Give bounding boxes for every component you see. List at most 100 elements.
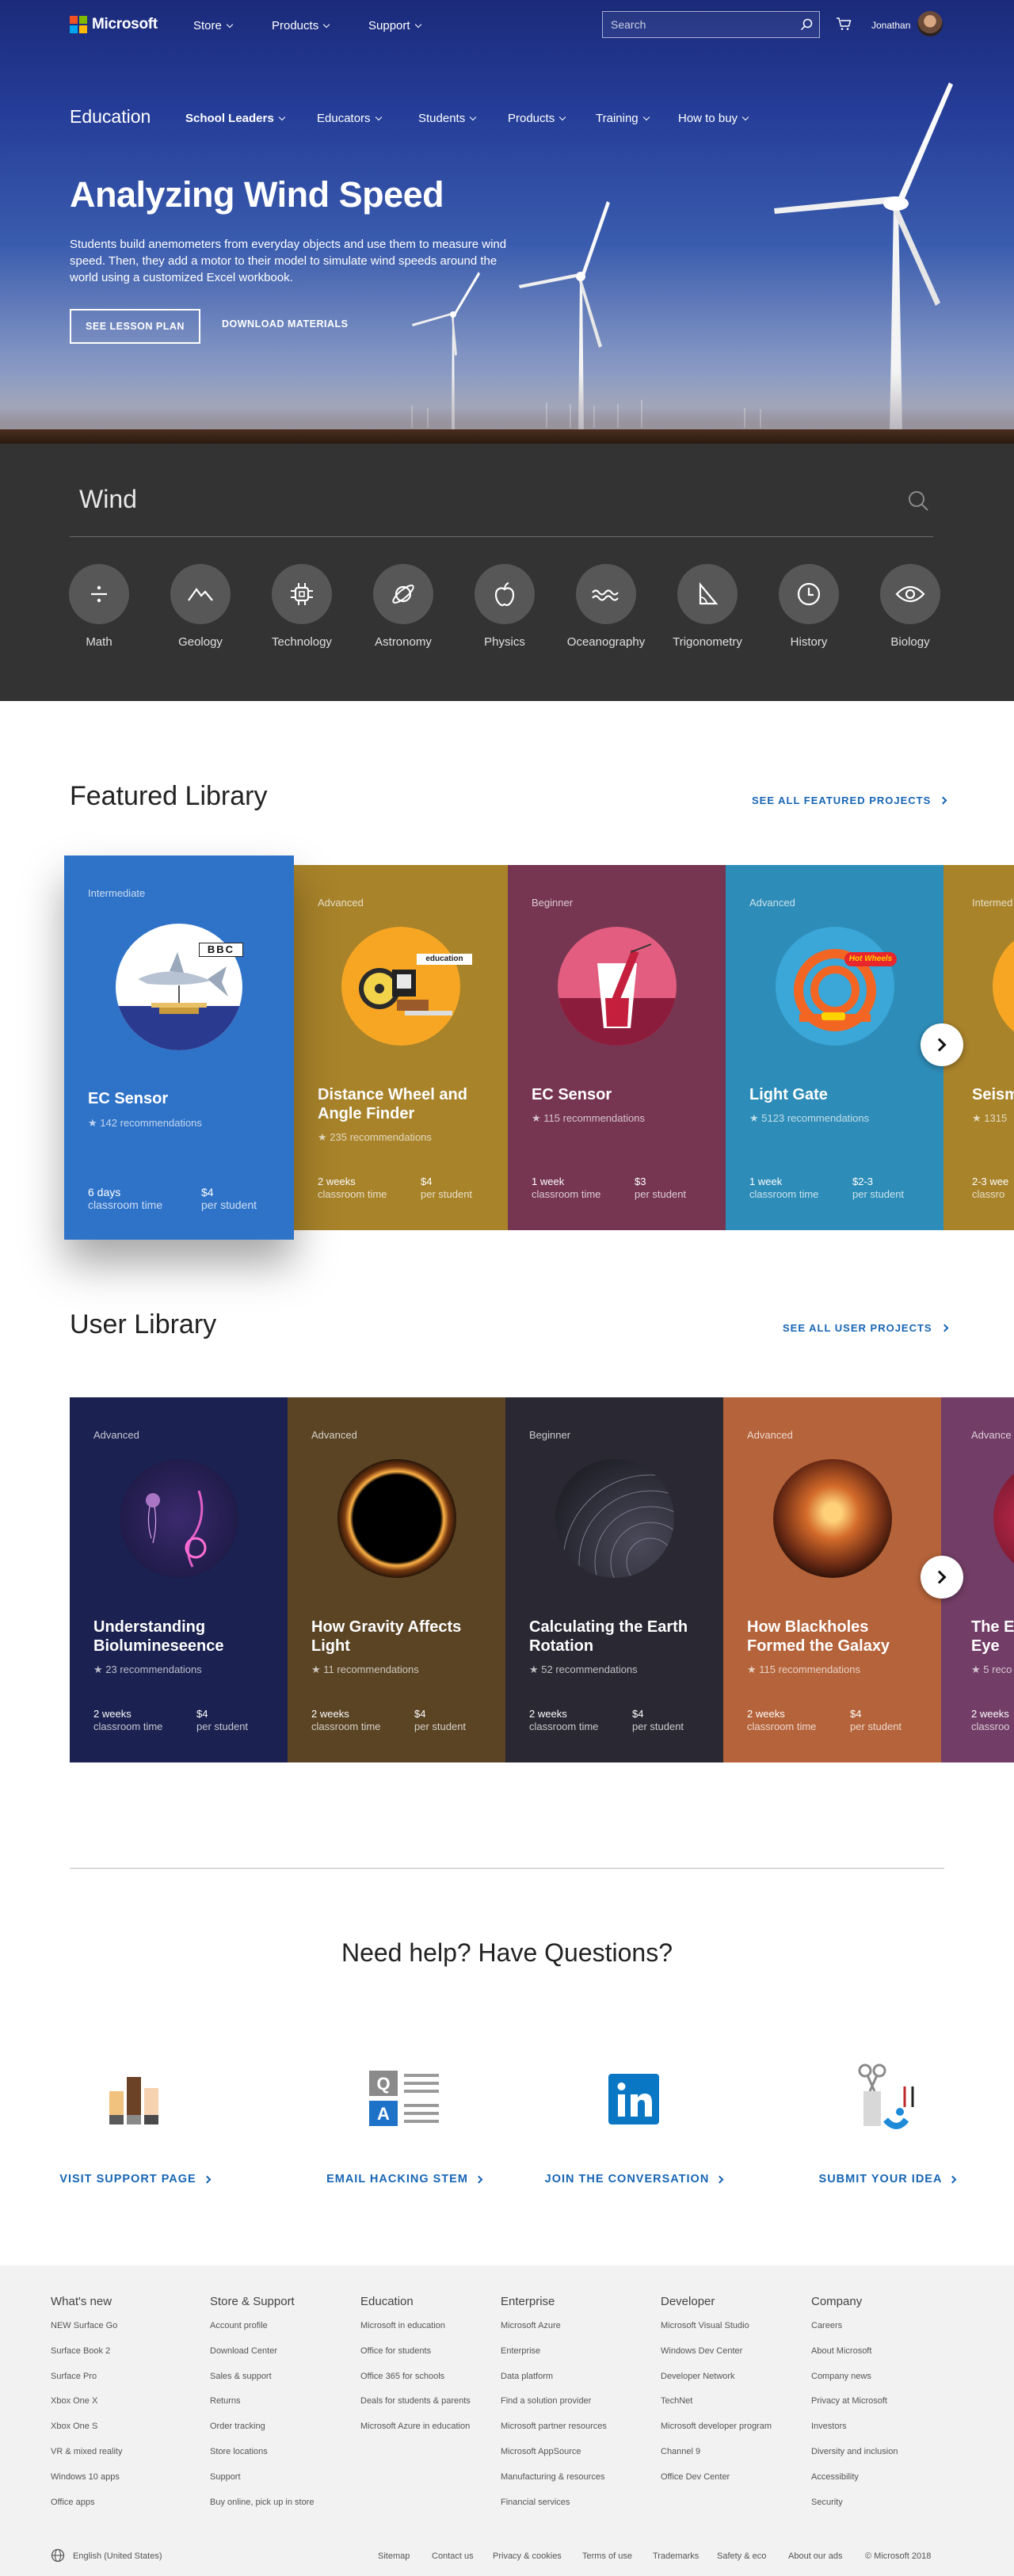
footer-link[interactable]: Privacy at Microsoft: [811, 2395, 898, 2407]
footer-link[interactable]: Office 365 for schools: [360, 2370, 471, 2383]
search-input[interactable]: [603, 12, 785, 37]
footer-link[interactable]: Office apps: [51, 2496, 122, 2509]
nav-how-to-buy[interactable]: How to buy: [678, 112, 749, 125]
footer-link[interactable]: Developer Network: [661, 2370, 772, 2383]
top-menu-support[interactable]: Support: [368, 19, 421, 32]
user-card[interactable]: Advanced How Gravity Affects Light ★ 11 …: [288, 1397, 505, 1762]
footer-link[interactable]: Store locations: [210, 2445, 314, 2458]
subject-search-input[interactable]: Wind: [79, 485, 137, 514]
download-materials-button[interactable]: Download materials: [222, 318, 348, 330]
footer-link[interactable]: Microsoft Azure: [501, 2319, 607, 2332]
footer-link[interactable]: Data platform: [501, 2370, 607, 2383]
nav-training[interactable]: Training: [596, 112, 650, 125]
footer-safety-link[interactable]: Safety & eco: [717, 2551, 766, 2561]
see-lesson-plan-button[interactable]: See lesson plan: [70, 309, 200, 344]
footer-link[interactable]: Microsoft partner resources: [501, 2420, 607, 2433]
footer-link[interactable]: Microsoft Azure in education: [360, 2420, 471, 2433]
email-hacking-stem-link[interactable]: Q A Email Hacking STEM: [301, 2060, 507, 2185]
featured-card[interactable]: Intermediate BBC EC Sensor ★ 142 recomme…: [64, 855, 294, 1240]
footer-link[interactable]: Support: [210, 2471, 314, 2483]
footer-link[interactable]: Office for students: [360, 2345, 471, 2357]
footer-privacy-link[interactable]: Privacy & cookies: [493, 2551, 562, 2561]
user-library-next-button[interactable]: [921, 1556, 963, 1599]
featured-card[interactable]: Beginner EC Sensor ★ 115 recommendations…: [508, 865, 726, 1230]
footer-link[interactable]: Account profile: [210, 2319, 314, 2332]
footer-link[interactable]: Microsoft AppSource: [501, 2445, 607, 2458]
footer-sitemap-link[interactable]: Sitemap: [378, 2551, 410, 2561]
nav-school-leaders[interactable]: School Leaders: [185, 112, 285, 125]
subject-technology[interactable]: Technology: [262, 564, 341, 649]
footer-link[interactable]: Microsoft in education: [360, 2319, 471, 2332]
subject-astronomy[interactable]: Astronomy: [364, 564, 443, 649]
subject-oceanography[interactable]: Oceanography: [566, 564, 646, 649]
subject-geology[interactable]: Geology: [161, 564, 240, 649]
footer-link[interactable]: Manufacturing & resources: [501, 2471, 607, 2483]
footer-link[interactable]: Returns: [210, 2395, 314, 2407]
footer-link[interactable]: Enterprise: [501, 2345, 607, 2357]
top-menu-products[interactable]: Products: [272, 19, 330, 32]
footer-link[interactable]: Financial services: [501, 2496, 607, 2509]
nav-educators[interactable]: Educators: [317, 112, 382, 125]
section-title[interactable]: Education: [70, 106, 151, 128]
subject-history[interactable]: History: [769, 564, 848, 649]
footer-link[interactable]: Channel 9: [661, 2445, 772, 2458]
footer-link[interactable]: Xbox One X: [51, 2395, 122, 2407]
footer-link[interactable]: Find a solution provider: [501, 2395, 607, 2407]
footer-link[interactable]: Investors: [811, 2420, 898, 2433]
user-card[interactable]: Advanced Understanding Biolumineseence ★…: [70, 1397, 288, 1762]
footer-link[interactable]: NEW Surface Go: [51, 2319, 122, 2332]
user-card[interactable]: Beginner Calculating the Earth Rotation …: [505, 1397, 723, 1762]
footer-link[interactable]: Surface Pro: [51, 2370, 122, 2383]
footer-link[interactable]: Office Dev Center: [661, 2471, 772, 2483]
footer-link[interactable]: Xbox One S: [51, 2420, 122, 2433]
footer-link[interactable]: Windows Dev Center: [661, 2345, 772, 2357]
see-all-user-link[interactable]: See all user projects: [783, 1322, 949, 1334]
triangle-icon: [699, 582, 719, 605]
footer-link[interactable]: Diversity and inclusion: [811, 2445, 898, 2458]
support-link[interactable]: Visit support page: [32, 2060, 238, 2185]
footer-link[interactable]: Windows 10 apps: [51, 2471, 122, 2483]
user-name[interactable]: Jonathan: [871, 20, 910, 31]
footer-link[interactable]: Order tracking: [210, 2420, 314, 2433]
footer-link[interactable]: Microsoft Visual Studio: [661, 2319, 772, 2332]
footer-ads-link[interactable]: About our ads: [788, 2551, 843, 2561]
nav-students[interactable]: Students: [418, 112, 477, 125]
footer-link[interactable]: Buy online, pick up in store: [210, 2496, 314, 2509]
eye-icon: [895, 585, 925, 603]
footer-link[interactable]: About Microsoft: [811, 2345, 898, 2357]
microsoft-logo-icon[interactable]: [70, 16, 87, 33]
footer-terms-link[interactable]: Terms of use: [582, 2551, 632, 2561]
search-icon[interactable]: [907, 490, 929, 512]
top-menu-store[interactable]: Store: [193, 19, 234, 32]
nav-products[interactable]: Products: [508, 112, 566, 125]
footer-link[interactable]: Sales & support: [210, 2370, 314, 2383]
footer-link[interactable]: Accessibility: [811, 2471, 898, 2483]
join-conversation-link[interactable]: Join the conversation: [531, 2060, 737, 2185]
footer-link[interactable]: Microsoft developer program: [661, 2420, 772, 2433]
subject-biology[interactable]: Biology: [871, 564, 950, 649]
subject-physics[interactable]: Physics: [465, 564, 544, 649]
search-icon[interactable]: [800, 18, 813, 31]
footer-trademarks-link[interactable]: Trademarks: [653, 2551, 699, 2561]
footer-link[interactable]: Careers: [811, 2319, 898, 2332]
avatar[interactable]: [917, 11, 943, 36]
subject-trigonometry[interactable]: Trigonometry: [668, 564, 747, 649]
submit-idea-link[interactable]: Submit your idea: [784, 2060, 990, 2185]
see-all-featured-link[interactable]: See all featured projects: [752, 795, 947, 806]
featured-card[interactable]: Advanced Hot Wheels Light Gate ★ 5123 re…: [726, 865, 943, 1230]
cart-icon[interactable]: [836, 17, 852, 31]
subject-math[interactable]: Math: [59, 564, 139, 649]
brand-name[interactable]: Microsoft: [92, 16, 158, 33]
footer-link[interactable]: Company news: [811, 2370, 898, 2383]
footer-link[interactable]: Surface Book 2: [51, 2345, 122, 2357]
footer-link[interactable]: Deals for students & parents: [360, 2395, 471, 2407]
featured-card[interactable]: Advanced education Distance Wheel and An…: [294, 865, 508, 1230]
footer-link[interactable]: VR & mixed reality: [51, 2445, 122, 2458]
footer-link[interactable]: TechNet: [661, 2395, 772, 2407]
footer-contact-link[interactable]: Contact us: [432, 2551, 474, 2561]
footer-link[interactable]: Download Center: [210, 2345, 314, 2357]
footer-link[interactable]: Security: [811, 2496, 898, 2509]
user-card[interactable]: Advanced How Blackholes Formed the Galax…: [723, 1397, 941, 1762]
featured-next-button[interactable]: [921, 1023, 963, 1066]
locale-selector[interactable]: English (United States): [73, 2551, 162, 2561]
